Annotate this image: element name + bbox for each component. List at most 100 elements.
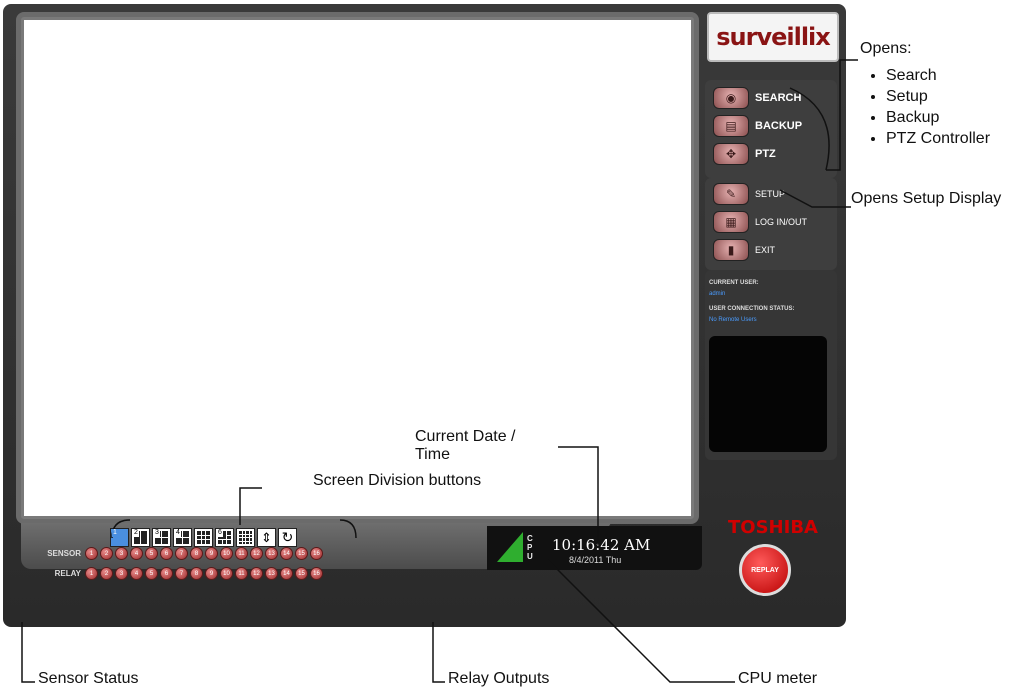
sensor-channel-9[interactable]: 9 [205, 547, 218, 560]
sensor-channel-4[interactable]: 4 [130, 547, 143, 560]
opens-callout-title: Opens: [860, 40, 912, 57]
sensor-channel-5[interactable]: 5 [145, 547, 158, 560]
opens-item: Backup [886, 107, 990, 128]
fit-screen-icon: ⇕ [261, 529, 272, 545]
division-16-button[interactable] [236, 528, 255, 547]
sensor-channel-11[interactable]: 11 [235, 547, 248, 560]
division-3-number: 3 [154, 529, 160, 537]
current-date: 8/4/2011 Thu [569, 555, 622, 565]
cpu-meter-callout: CPU meter [738, 670, 818, 687]
backup-label: BACKUP [755, 120, 803, 132]
sensor-channel-14[interactable]: 14 [280, 547, 293, 560]
surveillix-logo: surveillix [707, 12, 839, 62]
search-label: SEARCH [755, 92, 802, 104]
toshiba-logo: TOSHIBA [728, 517, 818, 538]
setup-button[interactable]: ✎ SETUP [705, 180, 837, 208]
relay-channel-2[interactable]: 2 [100, 567, 113, 580]
relay-channel-10[interactable]: 10 [220, 567, 233, 580]
search-icon: ◉ [713, 87, 749, 109]
current-user-value: admin [709, 291, 726, 297]
division-1-button[interactable]: 1 [110, 528, 129, 547]
connection-status-value: No Remote Users [709, 317, 757, 323]
division-3-button[interactable]: 3 [152, 528, 171, 547]
sensor-channel-2[interactable]: 2 [100, 547, 113, 560]
relay-channel-6[interactable]: 6 [160, 567, 173, 580]
sensor-channel-6[interactable]: 6 [160, 547, 173, 560]
video-display-area[interactable] [24, 20, 691, 516]
login-icon: ▦ [713, 211, 749, 233]
backup-icon: ▤ [713, 115, 749, 137]
relay-channel-13[interactable]: 13 [265, 567, 278, 580]
secondary-menu: ✎ SETUP ▦ LOG IN/OUT ▮ EXIT [705, 178, 837, 270]
relay-channel-9[interactable]: 9 [205, 567, 218, 580]
relay-channel-14[interactable]: 14 [280, 567, 293, 580]
relay-row: RELAY 1 2 3 4 5 6 7 8 9 10 11 12 13 14 15 16 [31, 567, 325, 580]
opens-callout-list: Search Setup Backup PTZ Controller [860, 65, 990, 149]
relay-channel-8[interactable]: 8 [190, 567, 203, 580]
user-status-panel: CURRENT USER: admin USER CONNECTION STAT… [705, 270, 837, 460]
user-info-screen [709, 336, 827, 452]
video-display-frame [16, 12, 699, 524]
connection-status-label: USER CONNECTION STATUS: [709, 306, 795, 312]
cpu-label: CPU [527, 534, 533, 561]
ptz-button[interactable]: ✥ PTZ [705, 140, 837, 168]
relay-channel-1[interactable]: 1 [85, 567, 98, 580]
exit-label: EXIT [755, 245, 776, 255]
clock-panel: CPU 10:16:42 AM 8/4/2011 Thu [487, 526, 702, 570]
primary-menu: ◉ SEARCH ▤ BACKUP ✥ PTZ [705, 80, 837, 178]
opens-item: PTZ Controller [886, 128, 990, 149]
ptz-icon: ✥ [713, 143, 749, 165]
relay-channel-4[interactable]: 4 [130, 567, 143, 580]
setup-label: SETUP [755, 189, 786, 199]
current-user-label: CURRENT USER: [709, 280, 759, 286]
division-4-button[interactable]: 4 [173, 528, 192, 547]
sensor-channel-15[interactable]: 15 [295, 547, 308, 560]
sensor-channel-8[interactable]: 8 [190, 547, 203, 560]
division-4-number: 4 [175, 529, 181, 537]
exit-icon: ▮ [713, 239, 749, 261]
relay-callout-line [432, 622, 445, 683]
exit-button[interactable]: ▮ EXIT [705, 236, 837, 264]
search-button[interactable]: ◉ SEARCH [705, 84, 837, 112]
sensor-callout-line [21, 622, 35, 683]
division-2-button[interactable]: 2 [131, 528, 150, 547]
relay-channel-5[interactable]: 5 [145, 567, 158, 580]
sensor-channel-10[interactable]: 10 [220, 547, 233, 560]
division-6-button[interactable]: 6 [215, 528, 234, 547]
setup-icon: ✎ [713, 183, 749, 205]
cycle-button[interactable]: ↻ [278, 528, 297, 547]
screen-division-buttons: 1 2 3 4 6 ⇕ ↻ [110, 528, 297, 547]
sensor-channel-3[interactable]: 3 [115, 547, 128, 560]
sensor-channel-7[interactable]: 7 [175, 547, 188, 560]
sensor-status-callout: Sensor Status [38, 670, 139, 687]
fit-screen-button[interactable]: ⇕ [257, 528, 276, 547]
replay-label: REPLAY [751, 566, 779, 574]
sensor-row: SENSOR 1 2 3 4 5 6 7 8 9 10 11 12 13 14 15 16 [31, 547, 325, 560]
current-time: 10:16:42 AM [552, 536, 651, 554]
date-time-callout: Current Date / Time [415, 428, 516, 463]
relay-channel-16[interactable]: 16 [310, 567, 323, 580]
backup-button[interactable]: ▤ BACKUP [705, 112, 837, 140]
division-6-number: 6 [217, 529, 223, 537]
sensor-channel-13[interactable]: 13 [265, 547, 278, 560]
sensor-channel-12[interactable]: 12 [250, 547, 263, 560]
opens-item: Search [886, 65, 990, 86]
relay-channel-15[interactable]: 15 [295, 567, 308, 580]
login-logout-button[interactable]: ▦ LOG IN/OUT [705, 208, 837, 236]
logo-text: surveillix [716, 23, 831, 51]
relay-channel-11[interactable]: 11 [235, 567, 248, 580]
cycle-icon: ↻ [281, 529, 294, 545]
setup-display-callout: Opens Setup Display [851, 190, 1002, 207]
division-9-button[interactable] [194, 528, 213, 547]
ptz-label: PTZ [755, 148, 776, 160]
relay-outputs-callout: Relay Outputs [448, 670, 550, 687]
sensor-channel-16[interactable]: 16 [310, 547, 323, 560]
relay-channel-7[interactable]: 7 [175, 567, 188, 580]
cpu-meter-icon [497, 532, 523, 562]
side-panel: surveillix ◉ SEARCH ▤ BACKUP ✥ PTZ ✎ SET… [701, 4, 846, 627]
relay-channel-12[interactable]: 12 [250, 567, 263, 580]
replay-button[interactable]: REPLAY [739, 544, 791, 596]
opens-item: Setup [886, 86, 990, 107]
relay-channel-3[interactable]: 3 [115, 567, 128, 580]
sensor-channel-1[interactable]: 1 [85, 547, 98, 560]
